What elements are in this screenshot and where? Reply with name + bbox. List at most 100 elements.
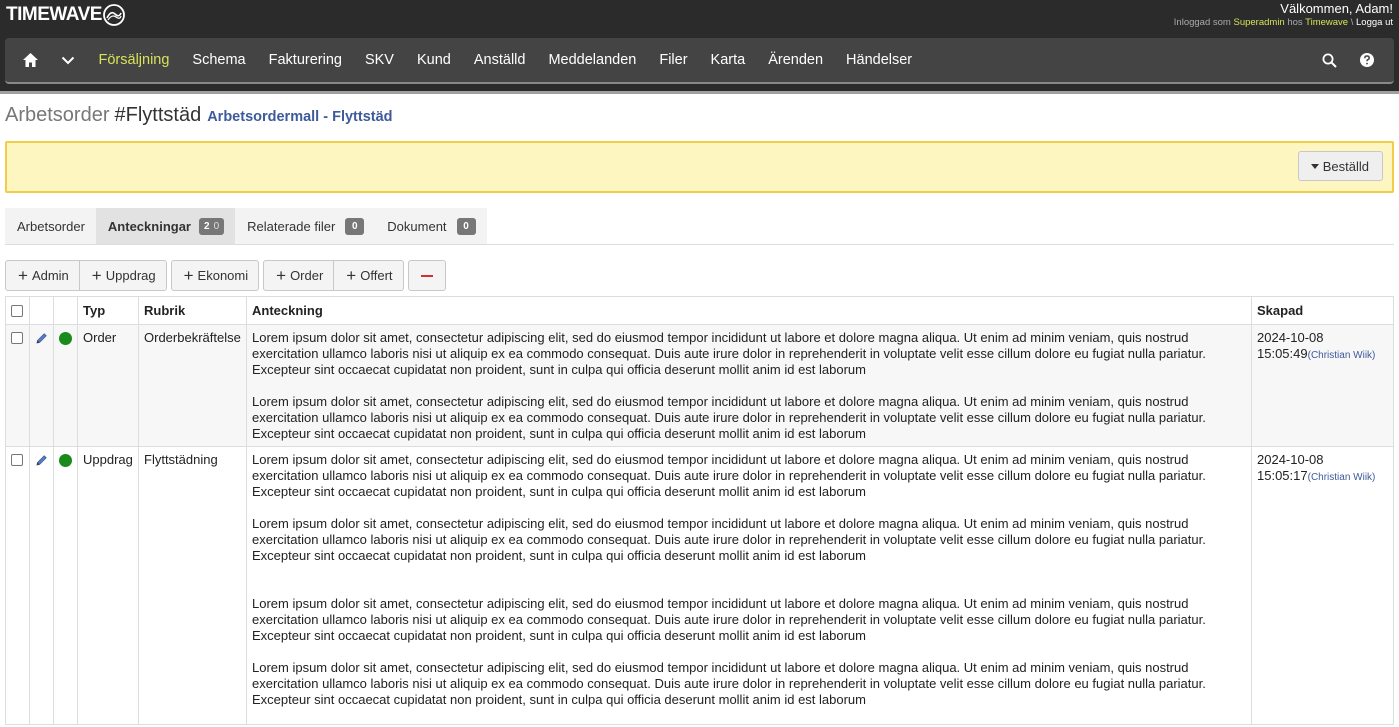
- header-typ[interactable]: Typ: [77, 296, 139, 325]
- pencil-icon[interactable]: [35, 332, 48, 345]
- add-order-button[interactable]: + Order: [263, 260, 335, 291]
- title-number: #Flyttstäd: [114, 104, 202, 126]
- row-select-cell: [5, 324, 30, 447]
- tab-label: Anteckningar: [107, 218, 191, 234]
- row-typ: Order: [77, 324, 139, 447]
- button-label: Admin: [31, 268, 69, 283]
- count-badge: 2 0: [199, 217, 225, 235]
- search-icon: [1322, 53, 1337, 68]
- template-link[interactable]: Arbetsordermall - Flyttstäd: [207, 109, 392, 125]
- header-skapad[interactable]: Skapad: [1251, 296, 1394, 325]
- row-rubrik: Flyttstädning: [138, 446, 247, 725]
- logout-link[interactable]: Logga ut: [1356, 17, 1393, 28]
- row-select-cell: [5, 446, 30, 725]
- login-info: Inloggad som Superadmin hos Timewave \ L…: [1174, 17, 1393, 28]
- row-skapad: 2024-10-08 15:05:17(Christian Wiik): [1251, 446, 1394, 725]
- row-rubrik: Orderbekräftelse: [138, 324, 247, 447]
- row-checkbox[interactable]: [11, 454, 23, 466]
- status-dropdown-button[interactable]: Beställd: [1297, 151, 1383, 181]
- select-all-cell: [5, 296, 30, 325]
- role-link[interactable]: Superadmin: [1233, 17, 1284, 28]
- header-status: [53, 296, 78, 325]
- title-prefix: Arbetsorder: [5, 104, 110, 126]
- tab-relaterade-filer[interactable]: Relaterade filer 0: [235, 208, 376, 244]
- header-anteckning[interactable]: Anteckning: [246, 296, 1252, 325]
- button-group-order: + Order + Offert: [263, 260, 404, 291]
- created-user-link[interactable]: (Christian Wiik): [1308, 350, 1376, 361]
- count-badge: 0: [456, 217, 476, 235]
- plus-icon: +: [91, 266, 102, 285]
- note-paragraph: Lorem ipsum dolor sit amet, consectetur …: [252, 516, 1206, 563]
- timewave-logo[interactable]: TIMEWAVE: [6, 4, 125, 26]
- table-row: Uppdrag Flyttstädning Lorem ipsum dolor …: [5, 446, 1394, 725]
- status-dot: [59, 332, 72, 345]
- welcome-greeting: Välkommen, Adam!: [1280, 1, 1393, 16]
- add-offert-button[interactable]: + Offert: [334, 260, 404, 291]
- nav-item-meddelanden[interactable]: Meddelanden: [537, 37, 648, 83]
- note-paragraph: Lorem ipsum dolor sit amet, consectetur …: [252, 394, 1206, 441]
- plus-icon: +: [183, 266, 194, 285]
- add-ekonomi-button[interactable]: + Ekonomi: [170, 260, 260, 291]
- created-date: 2024-10-08: [1257, 452, 1324, 467]
- status-panel: Beställd: [5, 141, 1394, 193]
- home-icon: [22, 53, 38, 67]
- pencil-icon[interactable]: [35, 454, 48, 467]
- button-label: Ekonomi: [197, 268, 249, 283]
- created-time-line: 15:05:17(Christian Wiik): [1257, 468, 1388, 486]
- nav-item-fakturering[interactable]: Fakturering: [257, 37, 353, 83]
- nav-item-filer[interactable]: Filer: [648, 37, 699, 83]
- row-checkbox[interactable]: [11, 332, 23, 344]
- help-button[interactable]: [1348, 37, 1386, 83]
- row-status-cell: [53, 324, 78, 447]
- plus-icon: +: [276, 266, 287, 285]
- nav-wrapper: Försäljning Schema Fakturering SKV Kund …: [0, 37, 1399, 91]
- nav-item-forsaljning[interactable]: Försäljning: [87, 37, 181, 83]
- delete-button[interactable]: [407, 260, 446, 291]
- tab-arbetsorder[interactable]: Arbetsorder: [5, 208, 96, 244]
- chevron-down-icon: [61, 56, 75, 64]
- note-paragraph: Lorem ipsum dolor sit amet, consectetur …: [252, 596, 1206, 643]
- status-label: Beställd: [1322, 158, 1369, 174]
- tab-dokument[interactable]: Dokument 0: [375, 208, 487, 244]
- notes-table: Typ Rubrik Anteckning Skapad Order Order…: [5, 296, 1394, 725]
- search-button[interactable]: [1310, 37, 1348, 83]
- select-all-checkbox[interactable]: [11, 305, 23, 317]
- tab-label: Dokument: [387, 218, 447, 234]
- row-skapad: 2024-10-08 15:05:49(Christian Wiik): [1251, 324, 1394, 447]
- minus-icon: [420, 274, 433, 277]
- caret-down-icon: [1310, 163, 1319, 169]
- company-link[interactable]: Timewave: [1305, 17, 1348, 28]
- main-nav: Försäljning Schema Fakturering SKV Kund …: [5, 38, 1394, 84]
- plus-icon: +: [18, 266, 28, 285]
- note-paragraph: Lorem ipsum dolor sit amet, consectetur …: [252, 660, 1206, 707]
- tab-anteckningar[interactable]: Anteckningar 2 0: [95, 208, 236, 244]
- created-time: 15:05:17: [1257, 468, 1308, 483]
- created-date: 2024-10-08: [1257, 330, 1324, 345]
- nav-item-kund[interactable]: Kund: [405, 37, 462, 83]
- page-title: Arbetsorder #Flyttstäd Arbetsordermall -…: [0, 94, 1399, 134]
- status-dot: [59, 454, 72, 467]
- badge-count-secondary: 0: [213, 220, 220, 232]
- add-admin-button[interactable]: + Admin: [5, 260, 80, 291]
- logged-in-label: Inloggad som: [1173, 17, 1231, 28]
- nav-item-karta[interactable]: Karta: [699, 37, 757, 83]
- button-group-admin: + Admin + Uppdrag: [5, 260, 167, 291]
- header-rubrik[interactable]: Rubrik: [138, 296, 247, 325]
- home-button[interactable]: [11, 37, 49, 83]
- add-uppdrag-button[interactable]: + Uppdrag: [79, 260, 167, 291]
- nav-item-handelser[interactable]: Händelser: [835, 37, 924, 83]
- count-badge: 0: [345, 217, 365, 235]
- table-header-row: Typ Rubrik Anteckning Skapad: [5, 296, 1394, 325]
- row-anteckning: Lorem ipsum dolor sit amet, consectetur …: [246, 324, 1252, 447]
- note-paragraph: Lorem ipsum dolor sit amet, consectetur …: [252, 330, 1206, 377]
- button-label: Uppdrag: [105, 268, 156, 283]
- nav-item-skv[interactable]: SKV: [353, 37, 405, 83]
- nav-item-anstalld[interactable]: Anställd: [462, 37, 537, 83]
- welcome-box: Välkommen, Adam! Inloggad som Superadmin…: [1174, 1, 1393, 28]
- created-user-link[interactable]: (Christian Wiik): [1308, 472, 1376, 483]
- nav-item-arenden[interactable]: Ärenden: [757, 37, 835, 83]
- menu-dropdown-button[interactable]: [49, 37, 87, 83]
- button-label: Offert: [360, 268, 393, 283]
- nav-item-schema[interactable]: Schema: [181, 37, 257, 83]
- plus-icon: +: [346, 266, 357, 285]
